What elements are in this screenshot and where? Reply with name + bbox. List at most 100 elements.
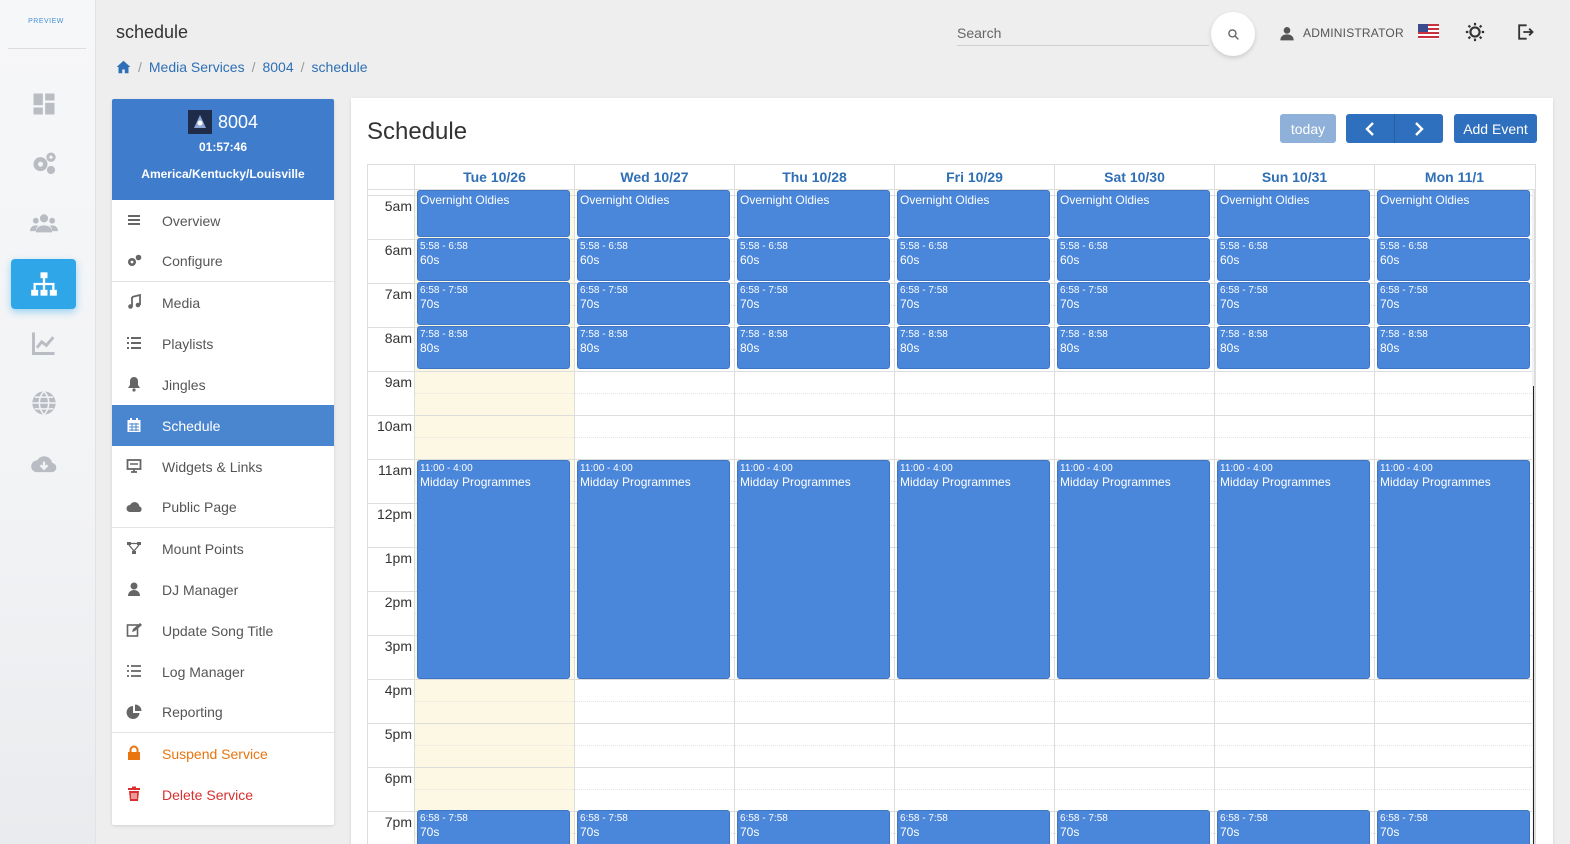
event-time: 11:00 - 4:00 <box>420 463 473 474</box>
menu-item-playlists[interactable]: Playlists <box>112 323 334 364</box>
calendar-event[interactable]: 6:58 - 7:58 70s <box>1377 282 1530 325</box>
event-time: 5:58 - 6:58 <box>900 241 948 252</box>
calendar-event[interactable]: 6:58 - 7:58 70s <box>897 282 1050 325</box>
calendar-header: Tue 10/26 Wed 10/27 Thu 10/28 Fri 10/29 Sat … <box>368 165 1535 190</box>
logout-icon[interactable] <box>1515 22 1535 42</box>
menu-item-jingles[interactable]: Jingles <box>112 364 334 405</box>
calendar-event[interactable]: 7:58 - 8:58 80s <box>737 326 890 369</box>
calendar-event[interactable]: 11:00 - 4:00 Midday Programmes <box>1377 460 1530 679</box>
menu-item-configure[interactable]: Configure <box>112 241 334 282</box>
calendar-event[interactable]: 6:58 - 7:58 70s <box>417 810 570 844</box>
search-field[interactable] <box>957 22 1209 46</box>
user-menu[interactable]: ADMINISTRATOR <box>1279 25 1404 41</box>
rail-dashboard[interactable] <box>11 79 76 129</box>
calendar-event[interactable]: 11:00 - 4:00 Midday Programmes <box>417 460 570 679</box>
event-time: 6:58 - 7:58 <box>1220 285 1268 296</box>
day-header: Thu 10/28 <box>734 165 894 190</box>
menu-item-public-page[interactable]: Public Page <box>112 487 334 528</box>
rail-settings[interactable] <box>11 138 76 188</box>
menu-item-suspend-service[interactable]: Suspend Service <box>112 733 334 774</box>
event-title: 70s <box>740 297 760 311</box>
event-time: 6:58 - 7:58 <box>580 285 628 296</box>
calendar-event[interactable]: 6:58 - 7:58 70s <box>1217 282 1370 325</box>
calendar-event[interactable]: 7:58 - 8:58 80s <box>1217 326 1370 369</box>
calendar-event[interactable]: 7:58 - 8:58 80s <box>897 326 1050 369</box>
calendar-event[interactable]: 5:58 - 6:58 60s <box>897 238 1050 281</box>
calendar-event[interactable]: 7:58 - 8:58 80s <box>417 326 570 369</box>
calendar-event[interactable]: 5:58 - 6:58 60s <box>1377 238 1530 281</box>
service-header: 8004 01:57:46 America/Kentucky/Louisvill… <box>112 99 334 200</box>
calendar-event[interactable]: Overnight Oldies <box>737 190 890 237</box>
calendar-event[interactable]: 5:58 - 6:58 60s <box>577 238 730 281</box>
calendar-event[interactable]: Overnight Oldies <box>1377 190 1530 237</box>
calendar-event[interactable]: Overnight Oldies <box>897 190 1050 237</box>
calendar-event[interactable]: 11:00 - 4:00 Midday Programmes <box>1057 460 1210 679</box>
calendar-event[interactable]: 7:58 - 8:58 80s <box>1377 326 1530 369</box>
user-name: ADMINISTRATOR <box>1303 26 1404 40</box>
breadcrumb-media-services[interactable]: Media Services <box>149 59 245 75</box>
menu-item-schedule[interactable]: Schedule <box>112 405 334 446</box>
event-title: Midday Programmes <box>580 475 691 489</box>
menu-label: Playlists <box>162 335 214 352</box>
calendar-event[interactable]: 6:58 - 7:58 70s <box>1217 810 1370 844</box>
home-icon[interactable] <box>116 60 131 74</box>
calendar-event[interactable]: 6:58 - 7:58 70s <box>737 282 890 325</box>
calendar-event[interactable]: 11:00 - 4:00 Midday Programmes <box>1217 460 1370 679</box>
calendar-event[interactable]: 11:00 - 4:00 Midday Programmes <box>897 460 1050 679</box>
station-logo <box>187 110 212 134</box>
next-week-button[interactable] <box>1394 114 1443 143</box>
menu-item-update-song-title[interactable]: Update Song Title <box>112 610 334 651</box>
menu-item-widgets[interactable]: Widgets & Links <box>112 446 334 487</box>
rail-download[interactable] <box>11 439 76 489</box>
breadcrumb-service[interactable]: 8004 <box>262 59 293 75</box>
calendar-event[interactable]: Overnight Oldies <box>1217 190 1370 237</box>
divider <box>8 48 86 49</box>
us-flag-icon[interactable] <box>1418 24 1439 39</box>
day-header: Wed 10/27 <box>574 165 734 190</box>
calendar-event[interactable]: 6:58 - 7:58 70s <box>897 810 1050 844</box>
rail-users[interactable] <box>11 198 76 248</box>
calendar-event[interactable]: 5:58 - 6:58 60s <box>737 238 890 281</box>
calendar-event[interactable]: Overnight Oldies <box>1057 190 1210 237</box>
search-button[interactable] <box>1211 12 1255 56</box>
left-rail: PREVIEW <box>0 0 96 844</box>
menu-item-overview[interactable]: Overview <box>112 200 334 241</box>
calendar-event[interactable]: 7:58 - 8:58 80s <box>1057 326 1210 369</box>
calendar-event[interactable]: Overnight Oldies <box>417 190 570 237</box>
menu-label: Log Manager <box>162 663 245 680</box>
calendar-event[interactable]: 11:00 - 4:00 Midday Programmes <box>577 460 730 679</box>
menu-item-media[interactable]: Media <box>112 282 334 323</box>
calendar-event[interactable]: 6:58 - 7:58 70s <box>1377 810 1530 844</box>
prev-week-button[interactable] <box>1346 114 1394 143</box>
today-button[interactable]: today <box>1280 114 1336 143</box>
calendar-event[interactable]: 6:58 - 7:58 70s <box>737 810 890 844</box>
search-input[interactable] <box>957 22 1209 44</box>
calendar-event[interactable]: 6:58 - 7:58 70s <box>1057 282 1210 325</box>
calendar-event[interactable]: 7:58 - 8:58 80s <box>577 326 730 369</box>
menu-item-delete-service[interactable]: Delete Service <box>112 774 334 815</box>
menu-item-log-manager[interactable]: Log Manager <box>112 651 334 692</box>
half-hour-gridline <box>414 436 1532 438</box>
chart-icon <box>31 332 54 355</box>
calendar-event[interactable]: 5:58 - 6:58 60s <box>1217 238 1370 281</box>
calendar-event[interactable]: 5:58 - 6:58 60s <box>1057 238 1210 281</box>
calendar-event[interactable]: 6:58 - 7:58 70s <box>417 282 570 325</box>
menu-item-dj-manager[interactable]: DJ Manager <box>112 569 334 610</box>
calendar-event[interactable]: 6:58 - 7:58 70s <box>577 282 730 325</box>
rail-globe[interactable] <box>11 378 76 428</box>
menu-item-mount-points[interactable]: Mount Points <box>112 528 334 569</box>
brand-logo[interactable]: PREVIEW <box>0 18 92 25</box>
rail-statistics[interactable] <box>11 318 76 368</box>
menu-item-reporting[interactable]: Reporting <box>112 692 334 733</box>
event-title: 60s <box>1220 253 1240 267</box>
calendar-event[interactable]: 6:58 - 7:58 70s <box>1057 810 1210 844</box>
calendar-event[interactable]: 6:58 - 7:58 70s <box>577 810 730 844</box>
calendar-event[interactable]: Overnight Oldies <box>577 190 730 237</box>
calendar-event[interactable]: 5:58 - 6:58 60s <box>417 238 570 281</box>
event-time: 6:58 - 7:58 <box>740 813 788 824</box>
add-event-button[interactable]: Add Event <box>1454 114 1537 143</box>
calendar-event[interactable]: 11:00 - 4:00 Midday Programmes <box>737 460 890 679</box>
brightness-icon[interactable] <box>1465 22 1485 42</box>
rail-sitemap[interactable] <box>11 259 76 309</box>
hour-gridline <box>368 414 1532 416</box>
